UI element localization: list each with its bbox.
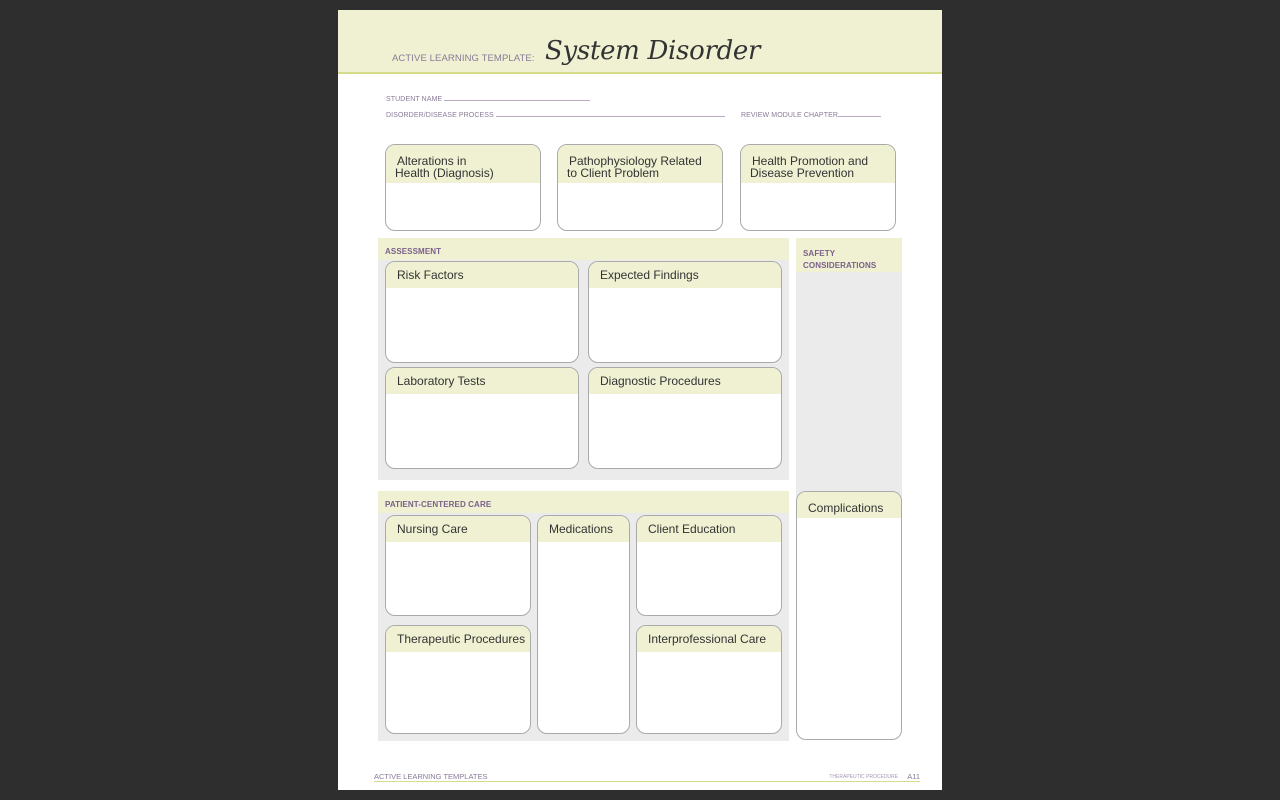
- chapter-label: REVIEW MODULE CHAPTER: [741, 112, 838, 119]
- disorder-line[interactable]: [495, 110, 725, 117]
- student-name-field[interactable]: STUDENT NAME: [386, 94, 591, 103]
- safety-considerations-section[interactable]: SAFETY CONSIDERATIONS: [796, 238, 902, 500]
- diagnostic-procedures-header: Diagnostic Procedures: [589, 368, 781, 394]
- safety-label: SAFETY CONSIDERATIONS: [803, 248, 876, 272]
- risk-factors-header: Risk Factors: [386, 262, 578, 288]
- pathophysiology-header: Pathophysiology Related to Client Proble…: [558, 145, 722, 183]
- footer-page-number: A11: [907, 772, 920, 781]
- risk-factors-box[interactable]: Risk Factors: [385, 261, 579, 363]
- therapeutic-procedures-box[interactable]: Therapeutic Procedures: [385, 625, 531, 734]
- expected-findings-box[interactable]: Expected Findings: [588, 261, 782, 363]
- client-education-header: Client Education: [637, 516, 781, 542]
- complications-box[interactable]: Complications: [796, 491, 902, 740]
- pathophysiology-box[interactable]: Pathophysiology Related to Client Proble…: [557, 144, 723, 231]
- disorder-field[interactable]: DISORDER/DISEASE PROCESS: [386, 110, 725, 119]
- footer-left-label: ACTIVE LEARNING TEMPLATES: [374, 772, 488, 781]
- footer-section-label: THERAPEUTIC PROCEDURE: [829, 774, 898, 780]
- assessment-label: ASSESSMENT: [385, 247, 442, 256]
- chapter-field[interactable]: REVIEW MODULE CHAPTER: [741, 110, 881, 119]
- assessment-header: ASSESSMENT: [378, 238, 789, 260]
- alterations-line2: Health (Diagnosis): [395, 166, 494, 180]
- chapter-line[interactable]: [838, 110, 881, 117]
- patient-care-header: PATIENT-CENTERED CARE: [378, 491, 789, 513]
- client-education-box[interactable]: Client Education: [636, 515, 782, 616]
- page-footer: ACTIVE LEARNING TEMPLATES THERAPEUTIC PR…: [374, 772, 920, 782]
- student-name-line[interactable]: [444, 94, 591, 101]
- safety-header: SAFETY CONSIDERATIONS: [796, 238, 902, 272]
- header-band: ACTIVE LEARNING TEMPLATE: System Disorde…: [338, 10, 942, 74]
- health-promotion-header: Health Promotion and Disease Prevention: [741, 145, 895, 183]
- medications-box[interactable]: Medications: [537, 515, 630, 734]
- interprofessional-care-header: Interprofessional Care: [637, 626, 781, 652]
- laboratory-tests-box[interactable]: Laboratory Tests: [385, 367, 579, 469]
- nursing-care-header: Nursing Care: [386, 516, 530, 542]
- complications-header: Complications: [797, 492, 901, 518]
- safety-label-line1: SAFETY: [803, 249, 836, 258]
- document-page: ACTIVE LEARNING TEMPLATE: System Disorde…: [338, 10, 942, 790]
- health-promotion-line2: Disease Prevention: [750, 166, 855, 180]
- page-title: System Disorder: [545, 36, 761, 66]
- alterations-in-health-box[interactable]: Alterations in Health (Diagnosis): [385, 144, 541, 231]
- interprofessional-care-box[interactable]: Interprofessional Care: [636, 625, 782, 734]
- laboratory-tests-header: Laboratory Tests: [386, 368, 578, 394]
- template-label: ACTIVE LEARNING TEMPLATE:: [392, 53, 535, 64]
- medications-header: Medications: [538, 516, 629, 542]
- therapeutic-procedures-header: Therapeutic Procedures: [386, 626, 530, 652]
- safety-label-line2: CONSIDERATIONS: [803, 261, 877, 270]
- pathophysiology-line2: to Client Problem: [567, 166, 660, 180]
- diagnostic-procedures-box[interactable]: Diagnostic Procedures: [588, 367, 782, 469]
- expected-findings-header: Expected Findings: [589, 262, 781, 288]
- alterations-in-health-header: Alterations in Health (Diagnosis): [386, 145, 540, 183]
- disorder-label: DISORDER/DISEASE PROCESS: [386, 112, 494, 119]
- nursing-care-box[interactable]: Nursing Care: [385, 515, 531, 616]
- patient-care-label: PATIENT-CENTERED CARE: [385, 500, 492, 509]
- student-name-label: STUDENT NAME: [386, 96, 443, 103]
- health-promotion-box[interactable]: Health Promotion and Disease Prevention: [740, 144, 896, 231]
